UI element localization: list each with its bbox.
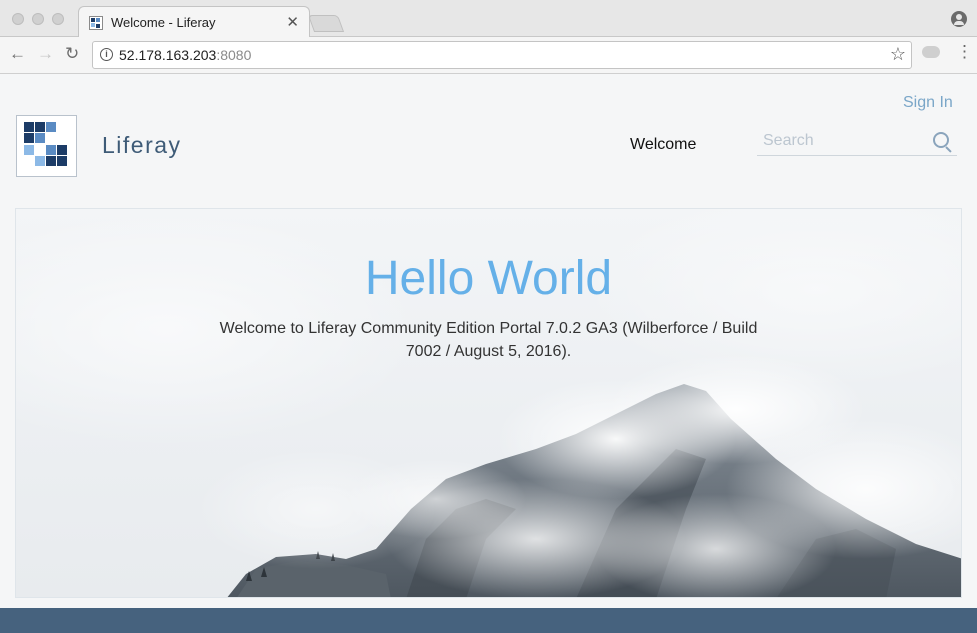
menu-icon[interactable]: ⋮ <box>956 42 973 62</box>
extension-icon[interactable] <box>922 46 940 58</box>
browser-titlebar: Welcome - Liferay ✕ <box>0 0 977 38</box>
forward-icon[interactable]: → <box>37 44 54 64</box>
nav-item-welcome[interactable]: Welcome <box>630 136 696 154</box>
url-host: 52.178.163.203 <box>119 47 217 63</box>
hero-banner: Hello World Welcome to Liferay Community… <box>15 208 962 598</box>
profile-icon[interactable] <box>951 11 967 27</box>
maximize-window-button[interactable] <box>52 13 64 25</box>
star-icon[interactable]: ☆ <box>890 44 906 65</box>
footer-bar <box>0 608 977 633</box>
close-icon[interactable]: ✕ <box>286 13 299 31</box>
close-window-button[interactable] <box>12 13 24 25</box>
hero-title: Hello World <box>364 252 613 305</box>
site-name[interactable]: Liferay <box>102 132 182 159</box>
url-port: :8080 <box>216 47 252 63</box>
browser-toolbar: ← → ↻ i 52.178.163.203:8080 ☆ <box>0 37 977 74</box>
liferay-favicon-icon <box>89 16 103 30</box>
address-bar[interactable]: i 52.178.163.203:8080 ☆ <box>92 41 912 69</box>
back-icon[interactable]: ← <box>9 44 26 64</box>
liferay-logo[interactable] <box>16 115 77 177</box>
browser-tab-active[interactable]: Welcome - Liferay ✕ <box>78 6 310 38</box>
search-input[interactable] <box>761 131 925 151</box>
url-text[interactable]: 52.178.163.203:8080 <box>119 47 251 63</box>
search-icon[interactable] <box>933 132 949 148</box>
reload-icon[interactable]: ↻ <box>65 44 79 64</box>
search-bar <box>757 127 957 156</box>
info-icon[interactable]: i <box>100 48 113 61</box>
tab-title: Welcome - Liferay <box>111 15 216 30</box>
hero-subtitle: Welcome to Liferay Community Edition Por… <box>219 320 758 360</box>
sign-in-link[interactable]: Sign In <box>903 94 953 112</box>
new-tab-button[interactable] <box>307 15 345 32</box>
minimize-window-button[interactable] <box>32 13 44 25</box>
